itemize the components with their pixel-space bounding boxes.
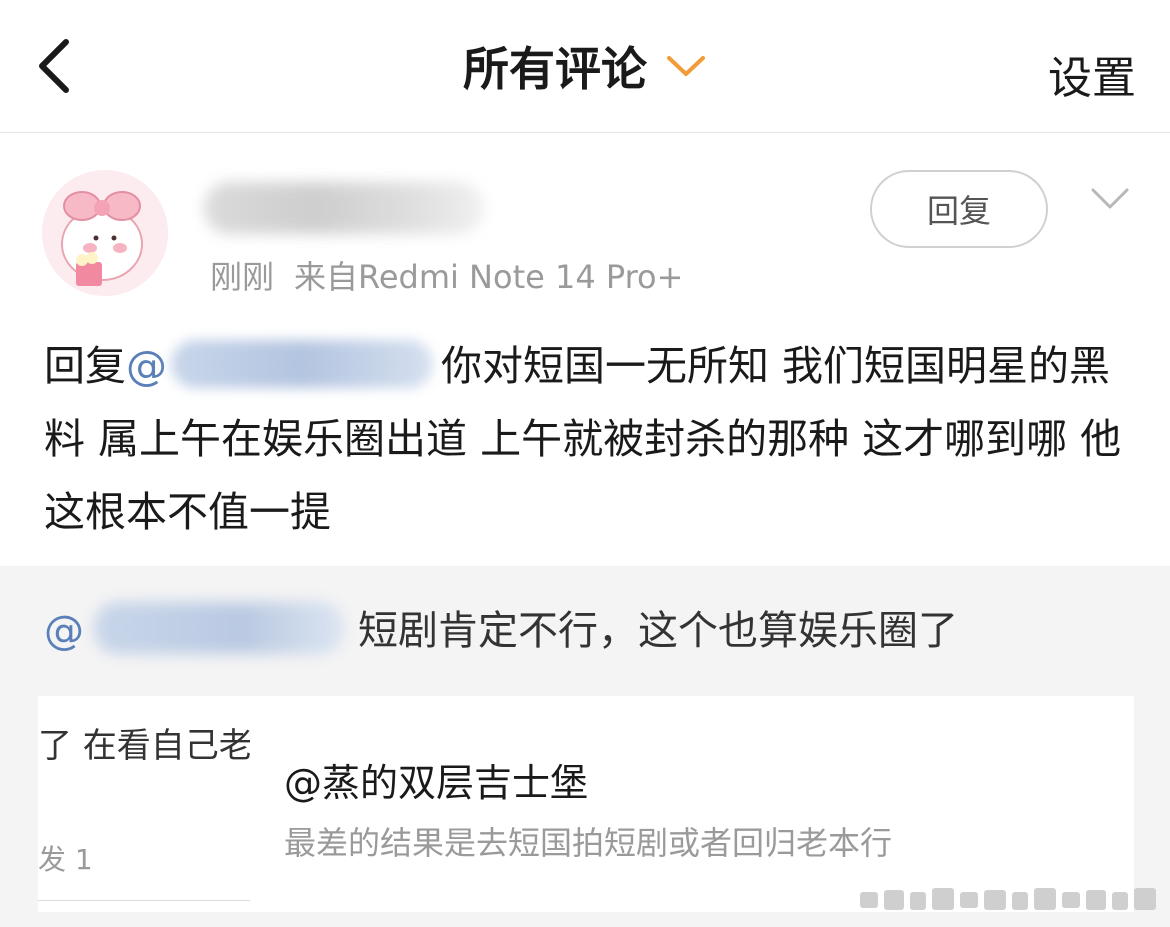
page-title[interactable]: 所有评论 — [463, 33, 647, 99]
username-blurred[interactable] — [204, 182, 484, 234]
overlay-username: @蒸的双层吉士堡 — [284, 761, 589, 805]
reply-button[interactable]: 回复 — [870, 170, 1048, 248]
comment-meta: 刚刚 来自Redmi Note 14 Pro+ — [210, 252, 683, 298]
overlay-comment-text: 最差的结果是去短国拍短剧或者回归老本行 — [284, 824, 893, 862]
quoted-at-symbol: @ — [44, 608, 84, 654]
avatar-image — [42, 170, 168, 296]
comment-time: 刚刚 — [210, 258, 275, 296]
reply-prefix: 回复 — [44, 342, 126, 390]
background-comment-card: 了 在看自己老 发 1 — [38, 696, 250, 901]
comment-text: 回复@ 你对短国一无所知 我们短国明星的黑料 属上午在娱乐圈出道 上午就被封杀的那… — [44, 330, 1134, 549]
comment-source: 来自Redmi Note 14 Pro+ — [294, 258, 684, 296]
background-comment-text: 了 在看自己老 — [38, 726, 250, 766]
settings-button[interactable]: 设置 — [1048, 42, 1136, 106]
background-comment-meta: 发 1 — [38, 843, 93, 876]
quoted-comment[interactable]: @ 短剧肯定不行，这个也算娱乐圈了 — [44, 598, 958, 656]
avatar[interactable] — [42, 170, 168, 296]
back-arrow-icon[interactable] — [28, 36, 88, 96]
quoted-text: 短剧肯定不行，这个也算娱乐圈了 — [358, 608, 958, 654]
chevron-down-icon[interactable] — [665, 52, 707, 80]
mention-at-symbol[interactable]: @ — [126, 342, 167, 390]
mention-blurred[interactable] — [171, 340, 433, 388]
quoted-username-blurred — [94, 602, 344, 654]
chevron-down-icon[interactable] — [1090, 186, 1130, 212]
watermark-blurred — [860, 888, 1156, 910]
top-bar: 所有评论 设置 — [0, 0, 1170, 133]
